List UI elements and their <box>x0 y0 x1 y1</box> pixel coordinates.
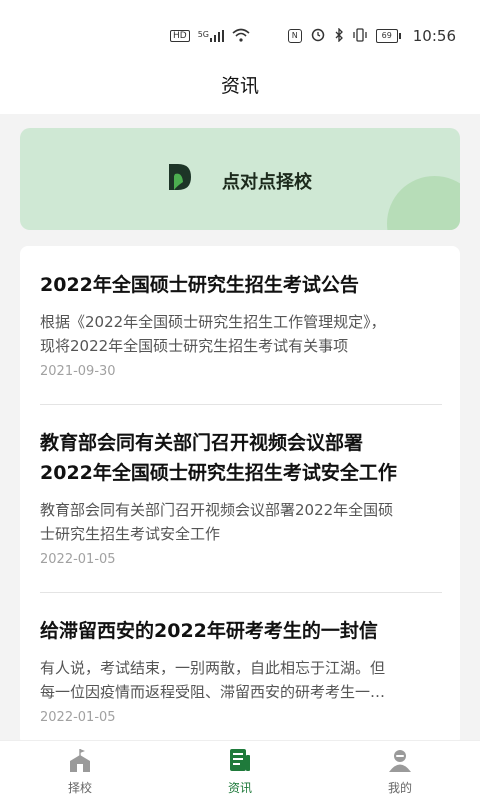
tab-label: 择校 <box>67 781 92 795</box>
news-title-line: 给滞留西安的2022年研考考生的一封信 <box>40 620 378 642</box>
banner-decoration <box>387 176 460 230</box>
news-title-line: 2022年全国硕士研究生招生考试安全工作 <box>40 462 397 484</box>
school-icon <box>70 749 90 772</box>
bottom-tab-bar: 择校 资讯 我的 <box>0 740 480 801</box>
news-date: 2021-09-30 <box>40 364 116 379</box>
hd-icon: HD <box>170 30 190 42</box>
news-summary-line: 现将2022年全国硕士研究生招生考试有关事项 <box>40 337 349 355</box>
news-title-line: 2022年全国硕士研究生招生考试公告 <box>40 274 359 296</box>
profile-icon <box>389 750 411 772</box>
banner-title: 点对点择校 <box>222 172 312 193</box>
status-left-icons: HD 5G <box>170 26 250 46</box>
news-summary: 教育部会同有关部门召开视频会议部署2022年全国硕 士研究生招生考试安全工作 <box>40 498 442 546</box>
news-summary-line: 根据《2022年全国硕士研究生招生工作管理规定》， <box>40 313 386 331</box>
battery-level: 69 <box>381 31 392 40</box>
tab-profile[interactable]: 我的 <box>355 747 445 796</box>
news-icon <box>230 749 250 771</box>
tab-label: 我的 <box>387 781 412 795</box>
divider <box>40 404 442 405</box>
brand-logo-icon <box>169 164 191 190</box>
vibrate-icon <box>353 27 367 46</box>
news-item[interactable]: 教育部会同有关部门召开视频会议部署 2022年全国硕士研究生招生考试安全工作 教… <box>40 428 442 567</box>
page-title: 资讯 <box>220 75 259 97</box>
news-title: 2022年全国硕士研究生招生考试公告 <box>40 270 442 300</box>
status-time: 10:56 <box>412 27 456 45</box>
nfc-icon: N <box>287 29 302 43</box>
status-bar: HD 5G N 69 10:56 <box>0 0 480 62</box>
alarm-icon <box>311 27 325 46</box>
news-item[interactable]: 2022年全国硕士研究生招生考试公告 根据《2022年全国硕士研究生招生工作管理… <box>40 270 442 379</box>
divider <box>40 592 442 593</box>
news-summary-line: 每一位因疫情而返程受阻、滞留西安的研考考生一… <box>40 683 386 701</box>
news-summary-line: 教育部会同有关部门召开视频会议部署2022年全国硕 <box>40 501 394 519</box>
news-item[interactable]: 给滞留西安的2022年研考考生的一封信 有人说，考试结束，一别两散，自此相忘于江… <box>40 616 442 725</box>
signal-icon: 5G <box>198 30 224 42</box>
news-summary-line: 士研究生招生考试安全工作 <box>40 525 221 543</box>
news-title: 给滞留西安的2022年研考考生的一封信 <box>40 616 442 646</box>
news-summary: 有人说，考试结束，一别两散，自此相忘于江湖。但 每一位因疫情而返程受阻、滞留西安… <box>40 656 442 704</box>
news-summary-line: 有人说，考试结束，一别两散，自此相忘于江湖。但 <box>40 659 386 677</box>
header: 资讯 <box>0 62 480 114</box>
status-right-icons: N 69 10:56 <box>287 26 456 46</box>
news-title-line: 教育部会同有关部门召开视频会议部署 <box>40 432 364 454</box>
tab-label: 资讯 <box>227 781 252 795</box>
tab-school[interactable]: 择校 <box>35 747 125 796</box>
battery-icon: 69 <box>375 29 401 43</box>
network-label: 5G <box>197 30 209 39</box>
news-summary: 根据《2022年全国硕士研究生招生工作管理规定》， 现将2022年全国硕士研究生… <box>40 310 442 358</box>
news-title: 教育部会同有关部门召开视频会议部署 2022年全国硕士研究生招生考试安全工作 <box>40 428 442 488</box>
bluetooth-icon <box>334 26 344 46</box>
tab-news[interactable]: 资讯 <box>195 747 285 796</box>
news-list: 2022年全国硕士研究生招生考试公告 根据《2022年全国硕士研究生招生工作管理… <box>20 246 460 746</box>
wifi-icon <box>232 28 250 45</box>
promo-banner[interactable]: 点对点择校 <box>20 128 460 230</box>
news-date: 2022-01-05 <box>40 710 116 725</box>
news-date: 2022-01-05 <box>40 552 116 567</box>
